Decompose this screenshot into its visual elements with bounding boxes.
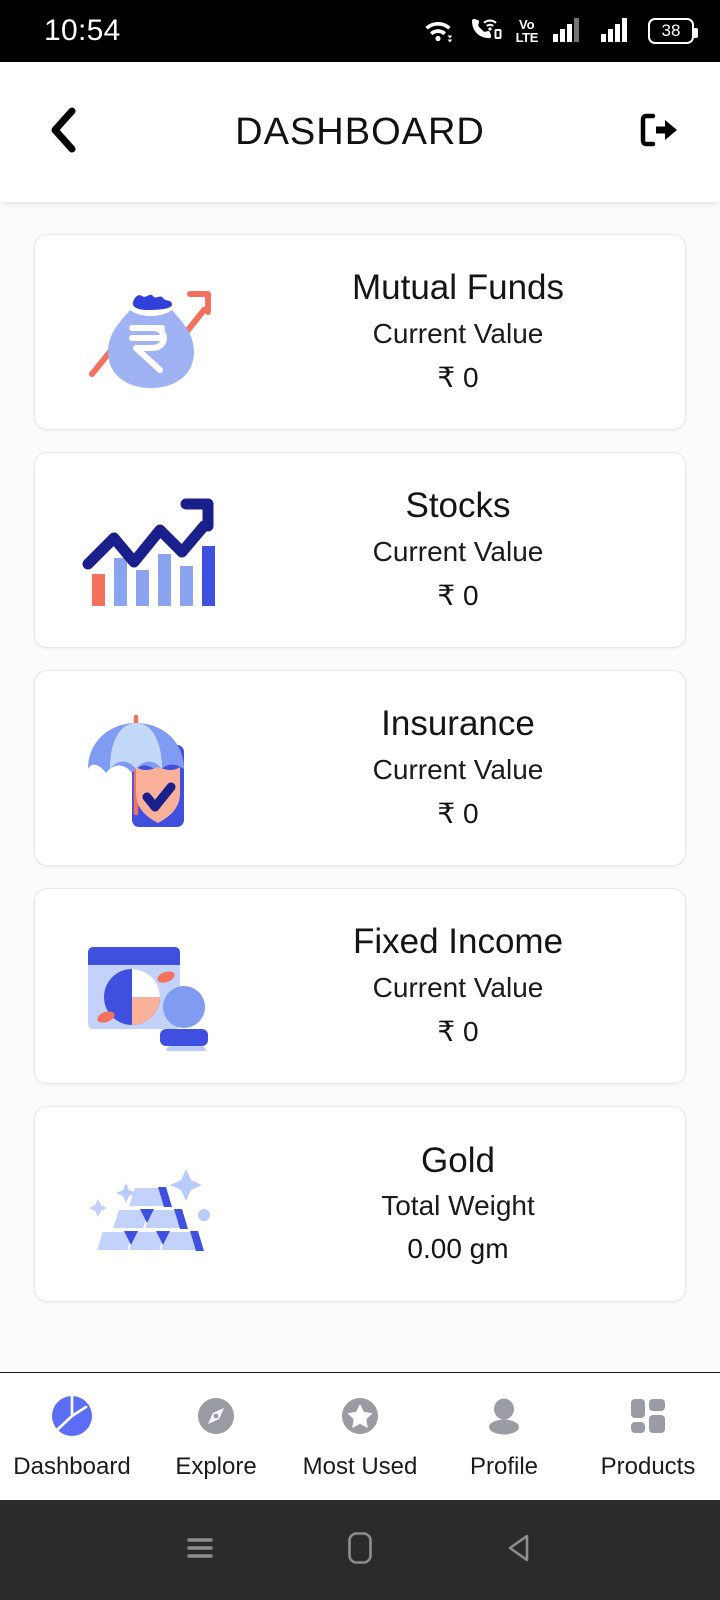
card-value: ₹ 0 — [437, 1015, 479, 1047]
system-navigation-bar — [0, 1500, 720, 1600]
card-insurance[interactable]: Insurance Current Value ₹ 0 — [34, 670, 686, 866]
card-sub-label: Current Value — [372, 535, 544, 567]
back-button-system[interactable] — [498, 1528, 542, 1572]
umbrella-shield-icon — [51, 703, 247, 833]
phone-screen: 10:54 Vo LTE 38 DASHBOARD Mutual Funds C… — [0, 0, 720, 1600]
logout-button[interactable] — [630, 105, 684, 159]
card-title: Mutual Funds — [351, 268, 565, 308]
pie-chart-icon — [49, 1391, 95, 1441]
app-header: DASHBOARD — [0, 62, 720, 202]
nav-label: Dashboard — [13, 1453, 131, 1480]
card-title: Gold — [421, 1140, 495, 1180]
card-sub-label: Total Weight — [381, 1190, 535, 1222]
status-time: 10:54 — [44, 14, 121, 47]
card-mutual-funds[interactable]: Mutual Funds Current Value ₹ 0 — [34, 234, 686, 430]
card-title: Stocks — [405, 486, 511, 526]
signal-bars-sim2-icon — [600, 16, 634, 47]
grid-icon — [625, 1391, 671, 1441]
volte-icon: Vo LTE — [515, 18, 539, 45]
status-bar: 10:54 Vo LTE 38 — [0, 0, 720, 62]
nav-label: Products — [600, 1453, 696, 1480]
card-gold[interactable]: Gold Total Weight 0.00 gm — [34, 1106, 686, 1302]
back-triangle-icon — [505, 1532, 535, 1569]
logout-icon — [635, 110, 679, 155]
card-value: ₹ 0 — [437, 579, 479, 611]
chevron-left-icon — [46, 106, 80, 159]
compass-icon — [193, 1391, 239, 1441]
card-text-block: Mutual Funds Current Value ₹ 0 — [247, 268, 669, 394]
signal-bars-sim1-icon — [552, 16, 586, 47]
volte-line2: LTE — [515, 30, 539, 45]
status-icon-group: Vo LTE 38 — [422, 15, 698, 48]
pie-chart-person-icon — [51, 921, 247, 1051]
star-circle-icon — [337, 1391, 383, 1441]
person-icon — [481, 1391, 527, 1441]
recents-button[interactable] — [178, 1528, 222, 1572]
card-text-block: Insurance Current Value ₹ 0 — [247, 704, 669, 830]
card-sub-label: Current Value — [372, 753, 544, 785]
money-bag-growth-icon — [51, 270, 247, 395]
battery-icon: 38 — [648, 18, 698, 44]
back-button[interactable] — [36, 105, 90, 159]
card-text-block: Gold Total Weight 0.00 gm — [247, 1140, 669, 1266]
home-icon — [347, 1531, 373, 1570]
card-stocks[interactable]: Stocks Current Value ₹ 0 — [34, 452, 686, 648]
nav-label: Explore — [175, 1453, 257, 1480]
bottom-navigation: Dashboard Explore Most Used Profile Prod… — [0, 1372, 720, 1500]
card-text-block: Fixed Income Current Value ₹ 0 — [247, 922, 669, 1048]
card-title: Insurance — [381, 704, 535, 744]
card-sub-label: Current Value — [372, 971, 544, 1003]
card-sub-label: Current Value — [372, 317, 544, 349]
card-value: ₹ 0 — [437, 797, 479, 829]
card-title: Fixed Income — [352, 922, 564, 962]
vowifi-call-icon — [468, 15, 502, 48]
dashboard-card-list: Mutual Funds Current Value ₹ 0 Stocks Cu… — [0, 202, 720, 1372]
wifi-icon — [422, 15, 454, 48]
battery-level: 38 — [661, 21, 681, 40]
nav-label: Most Used — [302, 1453, 418, 1480]
home-button[interactable] — [338, 1528, 382, 1572]
nav-item-profile[interactable]: Profile — [432, 1391, 576, 1481]
page-title: DASHBOARD — [235, 110, 485, 153]
nav-item-most-used[interactable]: Most Used — [288, 1391, 432, 1481]
nav-item-products[interactable]: Products — [576, 1391, 720, 1481]
card-fixed-income[interactable]: Fixed Income Current Value ₹ 0 — [34, 888, 686, 1084]
nav-item-dashboard[interactable]: Dashboard — [0, 1391, 144, 1481]
card-text-block: Stocks Current Value ₹ 0 — [247, 486, 669, 612]
nav-item-explore[interactable]: Explore — [144, 1391, 288, 1481]
gold-bars-icon — [51, 1139, 247, 1269]
card-value: 0.00 gm — [407, 1233, 509, 1265]
recents-icon — [184, 1534, 216, 1567]
nav-label: Profile — [469, 1453, 539, 1480]
card-value: ₹ 0 — [437, 361, 479, 393]
bar-chart-uptrend-icon — [51, 488, 247, 613]
